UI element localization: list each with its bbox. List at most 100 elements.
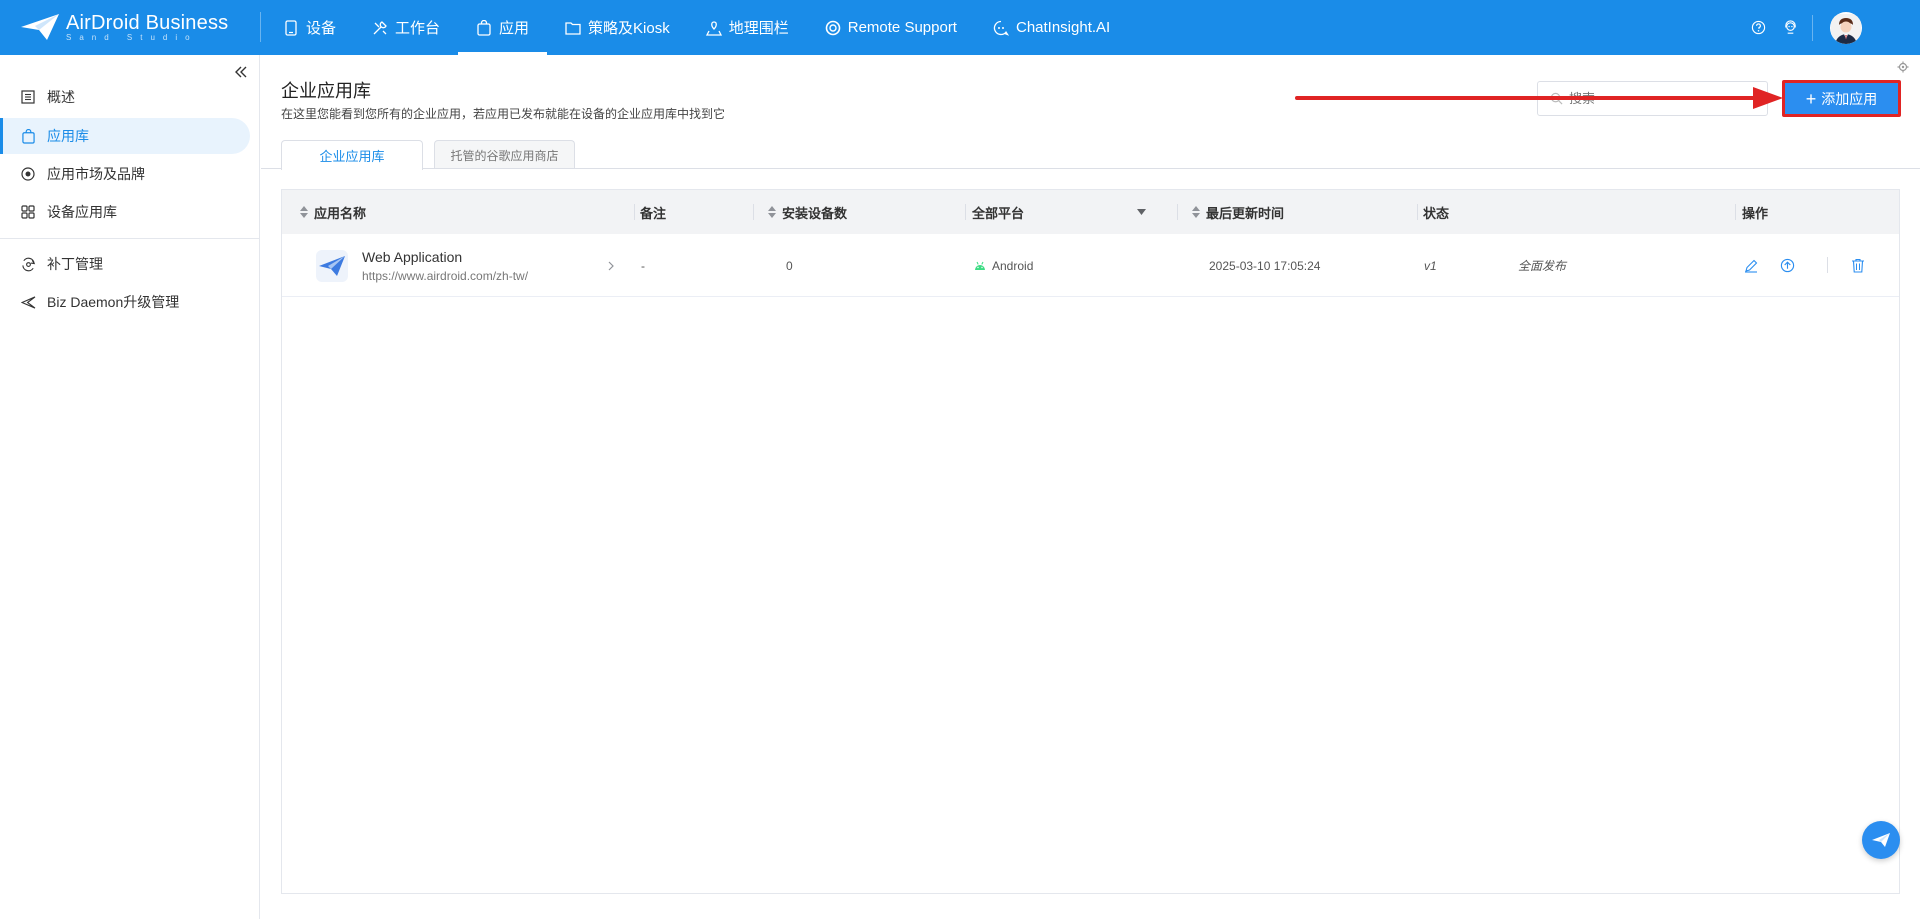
- column-status: 状态: [1423, 205, 1450, 221]
- table-header: 应用名称 备注 安装设备数 全部平台 最后更新时间 状态 操作: [282, 190, 1899, 234]
- sidebar: 概述 应用库 应用市场及品牌 设备应用库 补丁管理 Biz Daemon升级管理: [0, 55, 260, 919]
- sort-icon: [300, 206, 308, 218]
- install-count: 0: [786, 258, 793, 273]
- delete-action[interactable]: [1850, 234, 1866, 297]
- column-install-count[interactable]: 安装设备数: [768, 190, 847, 234]
- platform-name: Android: [992, 258, 1034, 273]
- patch-icon: [20, 256, 36, 272]
- tools-icon: [372, 20, 388, 36]
- edit-action[interactable]: [1743, 234, 1759, 297]
- user-avatar[interactable]: [1830, 11, 1862, 44]
- sidebar-item-label: 应用库: [47, 128, 89, 144]
- tab-enterprise-app-library[interactable]: 企业应用库: [281, 140, 423, 170]
- column-divider: [1417, 204, 1418, 220]
- paper-plane-icon: [1872, 833, 1890, 847]
- folder-icon: [565, 20, 581, 36]
- table-row[interactable]: Web Application https://www.airdroid.com…: [282, 234, 1899, 297]
- phone-icon: [283, 19, 299, 36]
- tab-managed-google-play[interactable]: 托管的谷歌应用商店: [434, 140, 575, 169]
- action-divider: [1827, 257, 1828, 273]
- app-bag-icon: [476, 19, 492, 36]
- column-app-name[interactable]: 应用名称: [300, 190, 366, 234]
- sidebar-item-app-library[interactable]: 应用库: [0, 118, 250, 154]
- app-name-cell[interactable]: Web Application https://www.airdroid.com…: [362, 234, 528, 297]
- trash-icon[interactable]: [1850, 258, 1866, 274]
- column-note: 备注: [640, 205, 667, 221]
- release-status: 全面发布: [1518, 259, 1567, 273]
- sidebar-item-label: 设备应用库: [47, 204, 117, 220]
- sidebar-item-app-store-brand[interactable]: 应用市场及品牌: [0, 156, 250, 192]
- plus-icon: +: [1805, 88, 1817, 109]
- sort-icon: [1192, 206, 1200, 218]
- column-divider: [753, 204, 754, 220]
- brand-subtitle: Sand Studio: [66, 32, 198, 42]
- app-url: https://www.airdroid.com/zh-tw/: [362, 268, 529, 283]
- caret-down-icon: [1137, 209, 1146, 215]
- nav-devices[interactable]: 设备: [265, 0, 354, 55]
- column-platform-filter[interactable]: 全部平台: [972, 190, 1154, 234]
- upload-circle-icon[interactable]: [1779, 258, 1795, 274]
- user-avatar-icon: [1831, 13, 1861, 44]
- grid-icon: [20, 204, 36, 220]
- column-divider: [965, 204, 966, 220]
- sidebar-item-biz-daemon[interactable]: Biz Daemon升级管理: [0, 284, 250, 320]
- column-last-updated[interactable]: 最后更新时间: [1192, 190, 1284, 234]
- add-app-button[interactable]: + 添加应用: [1782, 80, 1901, 117]
- sidebar-item-label: 概述: [47, 89, 75, 105]
- airdroid-logo[interactable]: AirDroid Business Sand Studio: [20, 8, 250, 46]
- nav-apps-label: 应用: [499, 20, 530, 37]
- app-icon-cell: [316, 234, 348, 297]
- floating-help-button[interactable]: [1862, 821, 1900, 859]
- web-app-icon: [316, 249, 348, 282]
- chevron-right-icon[interactable]: [608, 234, 614, 297]
- library-tabs: 企业应用库 托管的谷歌应用商店: [281, 140, 575, 170]
- overview-icon: [20, 89, 36, 105]
- double-chevron-left-icon: [235, 66, 247, 78]
- publish-action[interactable]: [1779, 234, 1795, 297]
- top-right-divider: [1812, 14, 1813, 41]
- nav-workbench-label: 工作台: [395, 20, 441, 37]
- support-agent-icon[interactable]: [1782, 20, 1798, 36]
- chat-ai-icon: [993, 20, 1009, 36]
- map-pin-icon: [705, 20, 722, 36]
- nav-devices-label: 设备: [306, 20, 337, 37]
- sidebar-item-label: 应用市场及品牌: [47, 166, 145, 182]
- app-version: v1: [1424, 258, 1437, 273]
- help-icon[interactable]: [1750, 20, 1766, 36]
- nav-chatinsight-label: ChatInsight.AI: [1015, 19, 1111, 36]
- nav-remote-support[interactable]: Remote Support: [807, 0, 975, 55]
- nav-policy-kiosk[interactable]: 策略及Kiosk: [547, 0, 688, 55]
- app-table: 应用名称 备注 安装设备数 全部平台 最后更新时间 状态 操作 Web Appl…: [281, 189, 1900, 894]
- sidebar-item-patch-management[interactable]: 补丁管理: [0, 246, 250, 282]
- add-app-button-label: 添加应用: [1821, 90, 1878, 107]
- brand-name: AirDroid Business: [66, 11, 229, 34]
- nav-chatinsight[interactable]: ChatInsight.AI: [975, 0, 1128, 55]
- nav-workbench[interactable]: 工作台: [354, 0, 458, 55]
- nav-apps[interactable]: 应用: [458, 0, 548, 55]
- sidebar-item-label: Biz Daemon升级管理: [47, 294, 180, 310]
- app-name: Web Application: [362, 248, 463, 265]
- nav-geofence-label: 地理围栏: [728, 20, 789, 37]
- sidebar-item-device-app-library[interactable]: 设备应用库: [0, 194, 250, 230]
- logo-divider: [260, 12, 261, 42]
- column-divider: [634, 204, 635, 220]
- page-title: 企业应用库: [281, 81, 371, 101]
- settings-gear-icon[interactable]: [1897, 61, 1909, 73]
- main-nav: 设备 工作台 应用 策略及Kiosk 地理围栏 Remote Support C…: [265, 0, 1128, 55]
- tab-underline: [261, 168, 1920, 169]
- edit-icon[interactable]: [1743, 258, 1759, 274]
- store-icon: [20, 166, 36, 182]
- nav-geofence[interactable]: 地理围栏: [688, 0, 807, 55]
- top-right-tools: [1734, 0, 1920, 55]
- top-navigation-bar: AirDroid Business Sand Studio 设备 工作台 应用 …: [0, 0, 1920, 55]
- column-actions: 操作: [1742, 205, 1769, 221]
- last-updated: 2025-03-10 17:05:24: [1209, 258, 1321, 273]
- page-description: 在这里您能看到您所有的企业应用，若应用已发布就能在设备的企业应用库中找到它: [281, 107, 726, 121]
- sort-icon: [768, 206, 776, 218]
- lifebuoy-icon: [825, 20, 841, 36]
- app-bag-icon: [20, 128, 36, 144]
- sidebar-divider: [0, 238, 260, 239]
- paper-plane-logo-icon: [21, 14, 59, 40]
- sidebar-item-overview[interactable]: 概述: [0, 79, 250, 115]
- app-note: -: [641, 258, 645, 273]
